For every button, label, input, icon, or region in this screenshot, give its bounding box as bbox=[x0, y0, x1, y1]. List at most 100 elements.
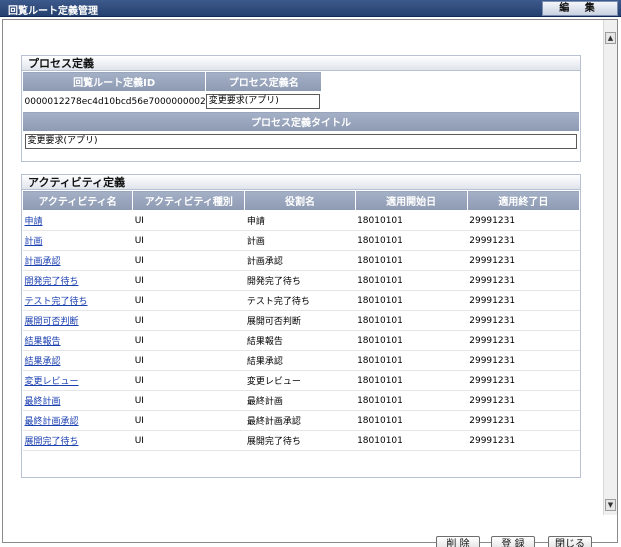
vertical-scrollbar[interactable]: ▲ ▼ bbox=[603, 20, 617, 515]
role-name-cell: 開発完了待ち bbox=[246, 277, 301, 287]
role-name-cell: 結果報告 bbox=[244, 330, 356, 351]
activity-name-link[interactable]: 申請 bbox=[25, 217, 43, 227]
end-date-cell: 29991231 bbox=[467, 290, 580, 311]
end-date-cell: 29991231 bbox=[467, 330, 580, 351]
end-date-cell: 29991231 bbox=[469, 275, 516, 286]
activity-type-cell: UI bbox=[134, 295, 144, 306]
start-date-cell: 18010101 bbox=[355, 430, 468, 451]
start-date-cell: 18010101 bbox=[357, 255, 403, 266]
role-name-cell: 最終計画承認 bbox=[244, 410, 356, 431]
role-name-cell: テスト完了待ち bbox=[244, 290, 356, 311]
start-date-cell: 18010101 bbox=[355, 410, 468, 431]
role-name-cell: 展開完了待ち bbox=[244, 430, 356, 451]
activity-name-link[interactable]: 結果報告 bbox=[25, 337, 61, 347]
col-start-date: 適用開始日 bbox=[354, 190, 468, 211]
col-activity-type: アクティビティ種別 bbox=[132, 190, 246, 211]
activity-name-link[interactable]: 計画承認 bbox=[25, 257, 61, 267]
activity-type-cell: UI bbox=[132, 290, 245, 311]
window-title: 回覧ルート定義管理 bbox=[8, 6, 98, 17]
process-section-title: プロセス定義 bbox=[22, 56, 580, 71]
process-name-blank bbox=[322, 92, 580, 112]
start-date-cell: 18010101 bbox=[357, 215, 403, 226]
activity-name-link[interactable]: 開発完了待ち bbox=[25, 277, 79, 287]
activity-rows: 申請 UI 申請 18010101 29991231 計画 UI 計画 18010101 2999… bbox=[22, 210, 580, 451]
end-date-cell: 29991231 bbox=[467, 270, 580, 291]
process-definition-section: プロセス定義 回覧ルート定義ID プロセス定義名 0000012278ec4d1… bbox=[21, 55, 581, 162]
activity-type-cell: UI bbox=[132, 250, 245, 271]
activity-name-cell: 最終計画 bbox=[22, 390, 133, 411]
start-date-cell: 18010101 bbox=[357, 415, 403, 426]
end-date-cell: 29991231 bbox=[467, 410, 580, 431]
register-button[interactable]: 登 録 bbox=[491, 536, 535, 547]
table-row: テスト完了待ち UI テスト完了待ち 18010101 29991231 bbox=[22, 290, 580, 311]
end-date-cell: 29991231 bbox=[469, 435, 516, 446]
role-name-cell: 申請 bbox=[244, 210, 356, 231]
activity-name-link[interactable]: 変更レビュー bbox=[25, 377, 79, 387]
col-activity-name: アクティビティ名 bbox=[21, 190, 134, 211]
role-name-cell: 結果報告 bbox=[246, 337, 283, 347]
process-title-field[interactable]: 変更要求(アプリ) bbox=[24, 134, 577, 150]
role-name-cell: 最終計画 bbox=[244, 390, 356, 411]
end-date-cell: 29991231 bbox=[469, 295, 516, 306]
table-row: 展開可否判断 UI 展開可否判断 18010101 29991231 bbox=[22, 310, 580, 331]
scroll-up-icon[interactable]: ▲ bbox=[605, 32, 616, 44]
activity-name-cell: 展開可否判断 bbox=[22, 310, 133, 331]
table-row: 開発完了待ち UI 開発完了待ち 18010101 29991231 bbox=[22, 270, 580, 291]
delete-button[interactable]: 削 除 bbox=[436, 536, 480, 547]
end-date-cell: 29991231 bbox=[467, 250, 580, 271]
activity-name-cell: 開発完了待ち bbox=[22, 270, 133, 291]
activity-name-link[interactable]: 最終計画承認 bbox=[25, 417, 79, 427]
start-date-cell: 18010101 bbox=[355, 270, 468, 291]
table-row: 変更レビュー UI 変更レビュー 18010101 29991231 bbox=[22, 370, 580, 391]
table-row: 最終計画 UI 最終計画 18010101 29991231 bbox=[22, 390, 580, 411]
route-id-value: 0000012278ec4d10bcd56e7000000002 bbox=[24, 96, 206, 107]
activity-type-cell: UI bbox=[134, 355, 144, 366]
main-panel: ▲ ▼ プロセス定義 回覧ルート定義ID プロセス定義名 0000012278e… bbox=[2, 19, 618, 547]
table-row: 結果承認 UI 結果承認 18010101 29991231 bbox=[22, 350, 580, 371]
start-date-cell: 18010101 bbox=[357, 275, 403, 286]
start-date-cell: 18010101 bbox=[357, 235, 403, 246]
role-name-cell: テスト完了待ち bbox=[246, 297, 310, 307]
activity-section-title: アクティビティ定義 bbox=[22, 175, 580, 190]
close-button[interactable]: 閉じる bbox=[548, 536, 592, 547]
activity-name-cell: 申請 bbox=[22, 210, 133, 231]
edit-tab[interactable]: 編 集 bbox=[542, 1, 618, 16]
activity-name-cell: 結果承認 bbox=[22, 350, 133, 371]
activity-name-link[interactable]: 最終計画 bbox=[25, 397, 61, 407]
activity-type-cell: UI bbox=[134, 275, 144, 286]
activity-name-link[interactable]: 展開完了待ち bbox=[25, 437, 79, 447]
window-titlebar: 回覧ルート定義管理 編 集 bbox=[0, 0, 621, 17]
end-date-cell: 29991231 bbox=[469, 215, 516, 226]
activity-type-cell: UI bbox=[134, 215, 144, 226]
activity-name-link[interactable]: 計画 bbox=[25, 237, 43, 247]
activity-name-link[interactable]: 展開可否判断 bbox=[25, 317, 79, 327]
activity-name-link[interactable]: 結果承認 bbox=[25, 357, 61, 367]
col-end-date: 適用終了日 bbox=[466, 190, 581, 211]
role-name-cell: 展開可否判断 bbox=[246, 317, 301, 327]
table-row: 計画 UI 計画 18010101 29991231 bbox=[22, 230, 580, 251]
activity-type-cell: UI bbox=[134, 255, 144, 266]
activity-name-cell: 展開完了待ち bbox=[22, 430, 133, 451]
process-title-header: プロセス定義タイトル bbox=[22, 111, 580, 132]
activity-type-cell: UI bbox=[134, 375, 144, 386]
activity-table: アクティビティ名 アクティビティ種別 役割名 適用開始日 適用終了日 申請 UI 申… bbox=[21, 190, 581, 451]
process-table: 回覧ルート定義ID プロセス定義名 0000012278ec4d10bcd56e… bbox=[21, 71, 580, 152]
role-name-cell: 最終計画承認 bbox=[246, 417, 301, 427]
activity-type-cell: UI bbox=[134, 235, 144, 246]
table-row: 展開完了待ち UI 展開完了待ち 18010101 29991231 bbox=[22, 430, 580, 451]
end-date-cell: 29991231 bbox=[467, 350, 580, 371]
process-name-cell: 変更要求(アプリ) bbox=[205, 92, 322, 112]
scroll-down-icon[interactable]: ▼ bbox=[605, 499, 616, 511]
end-date-cell: 29991231 bbox=[469, 395, 516, 406]
activity-name-link[interactable]: テスト完了待ち bbox=[25, 297, 88, 307]
activity-type-cell: UI bbox=[132, 270, 245, 291]
start-date-cell: 18010101 bbox=[357, 435, 403, 446]
process-name-field[interactable]: 変更要求(アプリ) bbox=[205, 94, 320, 109]
start-date-cell: 18010101 bbox=[355, 330, 468, 351]
end-date-cell: 29991231 bbox=[469, 355, 516, 366]
activity-name-cell: 計画承認 bbox=[22, 250, 133, 271]
activity-name-cell: 計画 bbox=[22, 230, 133, 251]
activity-type-cell: UI bbox=[134, 315, 144, 326]
process-title-cell: 変更要求(アプリ) bbox=[23, 132, 580, 152]
end-date-cell: 29991231 bbox=[467, 210, 580, 231]
